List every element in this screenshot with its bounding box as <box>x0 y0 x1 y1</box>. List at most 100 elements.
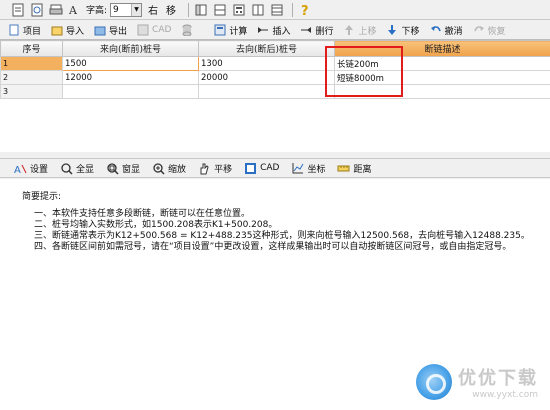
table-header-row: 序号 来向(断前)桩号 去向(断后)桩号 断链描述 <box>0 40 550 57</box>
separator <box>188 2 190 17</box>
zoom-icon <box>152 162 165 175</box>
coordinates-button[interactable]: 坐标 <box>291 162 325 175</box>
export-icon <box>94 24 106 36</box>
export-label: 导出 <box>109 26 128 37</box>
highlight-annotation-box <box>325 46 403 97</box>
from-station-cell[interactable]: 1500 <box>62 56 199 71</box>
zoom-extent-icon <box>60 162 73 175</box>
ruler-icon <box>337 162 350 175</box>
watermark-url: www.yyxt.com <box>472 390 538 400</box>
full-view-label: 全显 <box>76 164 95 175</box>
move-down-label: 下移 <box>401 26 420 37</box>
project-label: 项目 <box>23 26 42 37</box>
to-station-cell[interactable]: 1300 <box>198 56 335 71</box>
font-icon[interactable]: A <box>67 2 83 18</box>
export-button[interactable]: 导出 <box>94 24 127 37</box>
full-view-button[interactable]: 全显 <box>60 162 94 175</box>
window-view-label: 窗显 <box>122 164 141 175</box>
table-row[interactable]: 2 12000 20000 短链8000m <box>0 70 550 85</box>
undo-label: 撤消 <box>444 26 463 37</box>
row-number: 2 <box>0 70 63 85</box>
delete-row-label: 删行 <box>315 26 334 37</box>
preview-icon[interactable] <box>29 2 45 18</box>
layout4-icon[interactable] <box>269 2 285 18</box>
column-header-to-station[interactable]: 去向(断后)桩号 <box>198 40 335 57</box>
tip-line: 一、本软件支持任意多段断链，断链可以在任意位置。 <box>34 209 251 219</box>
row-number: 3 <box>0 84 63 99</box>
arrow-down-icon <box>386 24 398 36</box>
from-station-cell[interactable] <box>62 84 199 99</box>
tips-title: 简要提示: <box>22 192 62 202</box>
help-icon[interactable]: ? <box>297 2 313 18</box>
tips-text: 简要提示: 一、本软件支持任意多段断链，断链可以在任意位置。 二、桩号均输入实数… <box>22 192 530 253</box>
tip-line: 二、桩号均输入实数形式，如1500.208表示K1+500.208。 <box>34 220 278 230</box>
window-view-button[interactable]: 窗显 <box>106 162 140 175</box>
table-row[interactable]: 3 <box>0 84 550 99</box>
tip-line: 四、各断链区间前如需冠号，请在“项目设置”中更改设置，这样成果输出时可以自动按断… <box>34 242 512 252</box>
row-number: 1 <box>0 56 63 71</box>
top-toolbar: A 字高: 9 ▼ 右 移 ? <box>0 0 550 20</box>
redo-icon <box>473 24 485 36</box>
to-station-cell[interactable]: 20000 <box>198 70 335 85</box>
cad-view-label: CAD <box>260 163 280 173</box>
calculator-icon[interactable] <box>231 2 247 18</box>
calculate-button[interactable]: 计算 <box>214 24 247 37</box>
settings-button[interactable]: A 设置 <box>14 162 48 175</box>
column-header-from-station[interactable]: 来向(断前)桩号 <box>62 40 199 57</box>
move-down-button[interactable]: 下移 <box>386 24 420 37</box>
table-row[interactable]: 1 1500 1300 长链200m <box>0 56 550 71</box>
layout3-icon[interactable] <box>250 2 266 18</box>
view-toolbar: A 设置 全显 窗显 缩放 平移 CAD 坐标 距离 <box>0 158 550 178</box>
svg-text:?: ? <box>301 4 309 17</box>
delete-row-button[interactable]: 删行 <box>300 24 333 37</box>
tip-line: 三、断链通常表示为K12+500.568 = K12+488.235这种形式，则… <box>34 231 530 241</box>
watermark: 优优下载 www.yyxt.com <box>416 364 538 400</box>
coordinates-icon <box>291 162 304 175</box>
main-toolbar: 项目 导入 导出 CAD 计算 插入 删行 上移 下移 撤消 恢复 <box>0 21 550 39</box>
cad-label: CAD <box>152 25 172 35</box>
move-label[interactable]: 移 <box>166 2 176 17</box>
new-doc-icon[interactable] <box>10 2 26 18</box>
save-db-button[interactable] <box>181 24 196 36</box>
zoom-button[interactable]: 缩放 <box>152 162 186 175</box>
move-up-button[interactable]: 上移 <box>343 24 376 37</box>
arrow-up-icon <box>343 24 355 36</box>
align-right-label[interactable]: 右 <box>148 2 158 17</box>
cad-icon <box>244 162 257 175</box>
calculate-label: 计算 <box>229 26 248 37</box>
import-button[interactable]: 导入 <box>51 24 84 37</box>
pan-label: 平移 <box>214 164 233 175</box>
move-up-label: 上移 <box>358 26 377 37</box>
print-icon[interactable] <box>48 2 64 18</box>
distance-button[interactable]: 距离 <box>337 162 371 175</box>
from-station-cell[interactable]: 12000 <box>62 70 199 85</box>
svg-text:A: A <box>68 4 78 17</box>
svg-text:A: A <box>14 165 21 175</box>
cad-view-button[interactable]: CAD <box>244 162 279 175</box>
database-icon <box>181 24 193 36</box>
insert-button[interactable]: 插入 <box>257 24 290 37</box>
coordinates-label: 坐标 <box>307 164 326 175</box>
undo-icon <box>430 24 442 36</box>
chevron-down-icon[interactable]: ▼ <box>131 3 142 16</box>
pan-button[interactable]: 平移 <box>198 162 232 175</box>
undo-button[interactable]: 撤消 <box>430 24 463 37</box>
watermark-logo-icon <box>416 364 452 400</box>
cad-icon <box>137 24 149 36</box>
import-icon <box>51 24 63 36</box>
layout2-icon[interactable] <box>212 2 228 18</box>
to-station-cell[interactable] <box>198 84 335 99</box>
redo-button[interactable]: 恢复 <box>473 24 506 37</box>
settings-icon: A <box>14 162 27 175</box>
zoom-label: 缩放 <box>168 164 187 175</box>
project-button[interactable]: 项目 <box>8 24 41 37</box>
layout1-icon[interactable] <box>193 2 209 18</box>
column-header-index[interactable]: 序号 <box>0 40 63 57</box>
watermark-text: 优优下载 www.yyxt.com <box>458 364 538 400</box>
font-height-label: 字高: <box>86 6 108 16</box>
cad-button[interactable]: CAD <box>137 24 171 36</box>
font-height-select[interactable]: 9 ▼ <box>110 2 143 17</box>
calculator-icon <box>214 24 226 36</box>
redo-label: 恢复 <box>487 26 506 37</box>
insert-label: 插入 <box>272 26 291 37</box>
